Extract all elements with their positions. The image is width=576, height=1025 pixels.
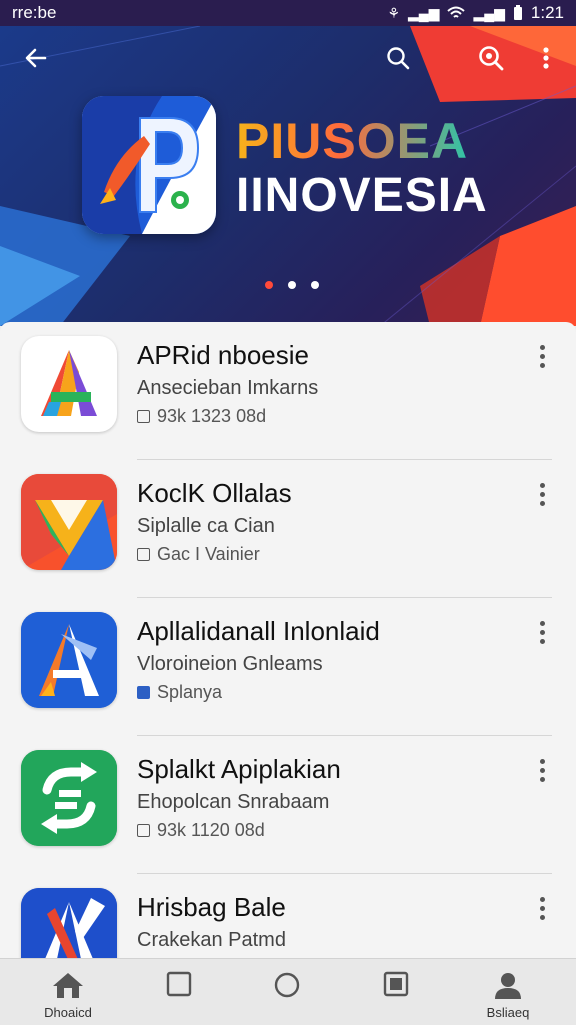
home-icon [53, 973, 83, 998]
hero-title-line2: IINOVESIA [236, 169, 488, 222]
checkbox-icon [137, 548, 150, 561]
search-zoom-icon [479, 46, 504, 71]
page-dot[interactable] [311, 281, 319, 289]
square-icon [166, 971, 192, 997]
colorful-triangle-icon [21, 474, 117, 570]
status-left-text: rre:be [12, 3, 57, 22]
download-icon [137, 410, 150, 423]
item-more-button[interactable] [530, 478, 554, 510]
back-button[interactable] [16, 38, 56, 78]
page-dot-active[interactable] [265, 281, 273, 289]
app-bar [0, 26, 576, 90]
item-more-button[interactable] [530, 616, 554, 648]
app-meta: Gac I Vainier [137, 544, 260, 565]
rocket-a-icon [21, 612, 117, 708]
overflow-menu-button[interactable] [526, 38, 566, 78]
app-title: Hrisbag Bale [137, 892, 286, 922]
nav-profile[interactable]: Bsliaeq [478, 971, 538, 1020]
bottom-navigation: Dhoaicd Bsliaeq [0, 958, 576, 1025]
badge-icon [137, 686, 150, 699]
item-more-button[interactable] [530, 892, 554, 924]
status-time: 1:21 [530, 3, 564, 22]
app-title: Splalkt Apiplakian [137, 754, 341, 784]
arrow-left-icon [25, 48, 47, 68]
green-refresh-icon [21, 750, 117, 846]
profile-icon [495, 973, 521, 999]
nav-label: Bsliaeq [486, 1005, 530, 1020]
checkbox-icon [137, 824, 150, 837]
search-button[interactable] [378, 38, 418, 78]
app-subtitle: Vloroineion Gnleams [137, 653, 323, 675]
nav-recents[interactable] [366, 971, 426, 997]
more-vert-icon [543, 47, 549, 69]
featured-app-logo[interactable] [82, 96, 216, 234]
vibrate-icon: ⚘ [387, 4, 400, 21]
app-subtitle: Ansecieban Imkarns [137, 377, 319, 399]
app-meta: Splanya [137, 682, 222, 703]
nav-home-circle[interactable] [257, 971, 317, 999]
app-meta-text: 93k 1323 08d [157, 406, 267, 426]
app-subtitle: Crakekan Patmd [137, 929, 286, 951]
page-dot[interactable] [288, 281, 296, 289]
app-title: APRid nboesie [137, 340, 309, 370]
app-meta-text: 93k 1120 08d [157, 820, 265, 840]
nav-apps[interactable] [149, 971, 209, 997]
list-item[interactable]: KoclK Ollalas Siplalle ca Cian Gac I Vai… [0, 460, 576, 598]
list-item[interactable]: Apllalidanall Inlonlaid Vloroineion Gnle… [0, 598, 576, 736]
letter-a-rainbow-icon [21, 336, 117, 432]
app-list: APRid nboesie Ansecieban Imkarns 93k 132… [0, 322, 576, 962]
list-item[interactable]: Splalkt Apiplakian Ehopolcan Snrabaam 93… [0, 736, 576, 874]
hero-banner[interactable]: PIUSOEA IINOVESIA [0, 26, 576, 326]
search-icon [387, 47, 410, 70]
app-title: KoclK Ollalas [137, 478, 292, 508]
blue-pen-a-icon [21, 888, 117, 962]
app-meta-text: Gac I Vainier [157, 544, 260, 564]
app-meta: 93k 1120 08d [137, 820, 265, 841]
hero-title-line1: PIUSOEA [236, 113, 469, 169]
nav-home[interactable]: Dhoaicd [38, 971, 98, 1020]
item-more-button[interactable] [530, 340, 554, 372]
signal-icon: ▂▄▆ [408, 4, 440, 21]
app-subtitle: Ehopolcan Snrabaam [137, 791, 330, 813]
p-rocket-logo-icon [82, 96, 216, 234]
battery-icon [513, 5, 522, 20]
item-more-button[interactable] [530, 754, 554, 786]
app-meta: 93k 1323 08d [137, 406, 266, 427]
page-indicator [265, 281, 319, 289]
circle-icon [274, 972, 300, 998]
zoom-search-button[interactable] [471, 38, 511, 78]
app-title: Apllalidanall Inlonlaid [137, 616, 380, 646]
stop-icon [383, 971, 409, 997]
wifi-icon [447, 6, 466, 18]
nav-label: Dhoaicd [44, 1005, 92, 1020]
list-item[interactable]: APRid nboesie Ansecieban Imkarns 93k 132… [0, 322, 576, 460]
signal-icon-2: ▂▄▆ [473, 4, 505, 21]
status-bar: rre:be ⚘ ▂▄▆ ▂▄▆ 1:21 [0, 0, 576, 26]
list-item[interactable]: Hrisbag Bale Crakekan Patmd [0, 874, 576, 962]
app-meta-text: Splanya [157, 682, 223, 702]
app-subtitle: Siplalle ca Cian [137, 515, 275, 537]
